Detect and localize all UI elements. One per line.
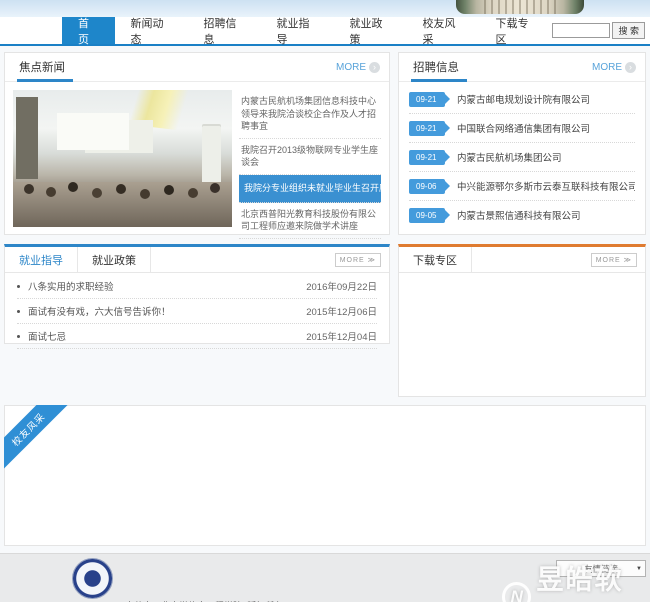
focus-news-title: 焦点新闻 [19, 53, 65, 81]
more-label: MORE [592, 62, 622, 73]
footer: 内蒙古工业大学信息工程学院 版权所有 学校地址: 内蒙古自治区呼和浩特市新城区爱… [0, 553, 650, 602]
focus-news-item[interactable]: 我院召开2013级物联网专业学生座谈会 [239, 139, 381, 175]
more-label: MORE [336, 62, 366, 73]
company-name: 内蒙古邮电规划设计院有限公司 [457, 92, 590, 106]
guidance-item-title: 面试七忌 [28, 329, 66, 343]
main-nav: 首页 新闻动态 招聘信息 就业指导 就业政策 校友风采 下载专区 搜 索 [0, 17, 650, 46]
guidance-item[interactable]: 面试有没有戏，六大信号告诉你！ 2015年12月06日 [17, 299, 377, 324]
guidance-item[interactable]: 面试七忌 2015年12月04日 [17, 324, 377, 349]
bullet-icon [17, 335, 20, 338]
nav-tab[interactable]: 校友风采 [407, 17, 480, 44]
alumni-ribbon-wrap: 校友风采 [4, 405, 70, 471]
download-tab-row: 下载专区 MORE ≫ [399, 247, 645, 273]
footer-text: 内蒙古工业大学信息工程学院 版权所有 学校地址: 内蒙古自治区呼和浩特市新城区爱… [125, 561, 396, 602]
recruitment-item[interactable]: 09-06 中兴能源鄂尔多斯市云泰互联科技有限公司 [409, 172, 635, 201]
company-name: 内蒙古民航机场集团公司 [457, 150, 562, 164]
alumni-panel: 校友风采 [4, 405, 646, 546]
nav-tabs: 首页 新闻动态 招聘信息 就业指导 就业政策 校友风采 下载专区 [62, 17, 552, 44]
campus-building-image [456, 0, 584, 14]
university-seal-logo [72, 558, 113, 599]
guidance-tab[interactable]: 就业指导 [5, 247, 78, 272]
recruitment-header: 招聘信息 MORE › [399, 53, 645, 82]
guidance-more-button[interactable]: MORE ≫ [335, 253, 381, 267]
chevron-down-icon: ▼ [636, 566, 642, 572]
download-empty-body [399, 273, 645, 393]
recruitment-item[interactable]: 09-21 内蒙古民航机场集团公司 [409, 143, 635, 172]
date-badge: 09-05 [409, 208, 445, 223]
search-button[interactable]: 搜 索 [612, 22, 645, 39]
focus-news-list: 内蒙古民航机场集团信息科技中心领导来我院洽谈校企合作及人才招聘事宜 我院召开20… [239, 90, 381, 262]
bullet-icon [17, 310, 20, 313]
focus-news-item[interactable]: 内蒙古民航机场集团信息科技中心领导来我院洽谈校企合作及人才招聘事宜 [239, 90, 381, 139]
guidance-tab[interactable]: 就业政策 [78, 247, 151, 272]
alumni-ribbon: 校友风采 [4, 405, 70, 471]
date-badge: 09-06 [409, 179, 445, 194]
guidance-item-date: 2015年12月04日 [306, 329, 377, 343]
company-name: 中国联合网络通信集团有限公司 [457, 121, 590, 135]
focus-news-body: 内蒙古民航机场集团信息科技中心领导来我院洽谈校企合作及人才招聘事宜 我院召开20… [5, 82, 389, 270]
nav-tab[interactable]: 下载专区 [480, 17, 553, 44]
photo-people [13, 182, 232, 227]
recruitment-list: 09-21 内蒙古邮电规划设计院有限公司 09-21 中国联合网络通信集团有限公… [399, 82, 645, 229]
guidance-panel: 就业指导 就业政策 MORE ≫ 八条实用的求职经验 2016年09月22日 面… [4, 244, 390, 344]
recruitment-item[interactable]: 09-05 内蒙古景熙信通科技有限公司 [409, 201, 635, 229]
friend-links-select[interactable]: -友情链接- ▼ [556, 560, 646, 577]
nav-tab[interactable]: 首页 [62, 17, 115, 44]
guidance-item-title: 八条实用的求职经验 [28, 279, 114, 293]
more-arrow-icon: › [369, 62, 380, 73]
guidance-item[interactable]: 八条实用的求职经验 2016年09月22日 [17, 274, 377, 299]
recruitment-more-link[interactable]: MORE › [592, 62, 636, 73]
guidance-list: 八条实用的求职经验 2016年09月22日 面试有没有戏，六大信号告诉你！ 20… [5, 273, 389, 349]
recruitment-item[interactable]: 09-21 内蒙古邮电规划设计院有限公司 [409, 85, 635, 114]
nav-tab[interactable]: 新闻动态 [115, 17, 188, 44]
nav-search: 搜 索 [552, 17, 645, 44]
focus-news-item[interactable]: 我院分专业组织未就业毕业生召开座谈会 [239, 175, 381, 203]
download-tab[interactable]: 下载专区 [399, 247, 472, 272]
guidance-item-date: 2016年09月22日 [306, 279, 377, 293]
photo-people-heads [24, 184, 34, 194]
focus-news-header: 焦点新闻 MORE › [5, 53, 389, 82]
photo-door [16, 97, 38, 179]
recruitment-item[interactable]: 09-21 中国联合网络通信集团有限公司 [409, 114, 635, 143]
guidance-tab-row: 就业指导 就业政策 MORE ≫ [5, 247, 389, 273]
photo-window [57, 113, 129, 150]
guidance-item-date: 2015年12月06日 [306, 304, 377, 318]
nav-tab[interactable]: 招聘信息 [188, 17, 261, 44]
focus-news-item[interactable]: 北京西普阳光教育科技股份有限公司工程师应邀来院做学术讲座 [239, 203, 381, 239]
date-badge: 09-21 [409, 150, 445, 165]
copyright-line: 内蒙古工业大学信息工程学院 版权所有 [125, 597, 396, 602]
focus-news-photo[interactable] [13, 90, 232, 227]
download-more-button[interactable]: MORE ≫ [591, 253, 637, 267]
date-badge: 09-21 [409, 92, 445, 107]
download-panel: 下载专区 MORE ≫ [398, 244, 646, 397]
search-input[interactable] [552, 23, 610, 38]
company-name: 中兴能源鄂尔多斯市云泰互联科技有限公司 [457, 179, 635, 193]
focus-news-panel: 焦点新闻 MORE › 内蒙古民航机场集团信息科技中心领导来我院洽谈校企合作及人… [4, 52, 390, 235]
company-name: 内蒙古景熙信通科技有限公司 [457, 208, 581, 222]
nav-tab[interactable]: 就业政策 [334, 17, 407, 44]
recruitment-title: 招聘信息 [413, 53, 459, 81]
recruitment-panel: 招聘信息 MORE › 09-21 内蒙古邮电规划设计院有限公司 09-21 中… [398, 52, 646, 235]
focus-news-more-link[interactable]: MORE › [336, 62, 380, 73]
date-badge: 09-21 [409, 121, 445, 136]
select-value: -友情链接- [581, 563, 621, 575]
bullet-icon [17, 285, 20, 288]
guidance-item-title: 面试有没有戏，六大信号告诉你！ [28, 304, 171, 318]
nav-tab[interactable]: 就业指导 [261, 17, 334, 44]
more-arrow-icon: › [625, 62, 636, 73]
